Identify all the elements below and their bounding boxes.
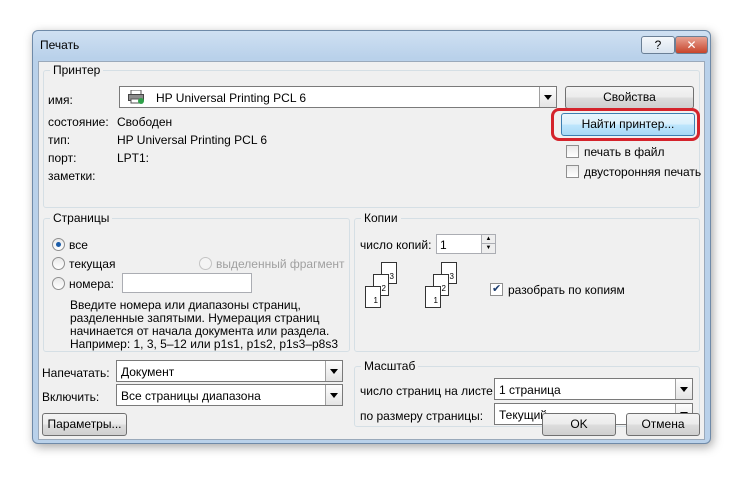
pages-current-radio[interactable] — [52, 257, 65, 270]
include-label: Включить: — [42, 390, 100, 404]
title-bar[interactable]: Печать ? ✕ — [33, 31, 710, 58]
copies-count-label: число копий: — [360, 238, 432, 252]
pages-numbers-radio[interactable] — [52, 277, 65, 290]
pages-per-sheet-select[interactable]: 1 страница — [494, 378, 693, 400]
print-what-label: Напечатать: — [42, 366, 110, 380]
duplex-label[interactable]: двусторонняя печать — [584, 165, 701, 179]
printer-icon — [128, 89, 144, 104]
pages-help-line-2: разделенные запятыми. Нумерация страниц — [70, 311, 320, 325]
collate-sheet-1b: 1 — [425, 286, 441, 308]
pages-help-line-1: Введите номера или диапазоны страниц, — [70, 298, 301, 312]
collate-illustration: 3 2 1 3 2 1 — [365, 260, 465, 316]
printer-port-value: LPT1: — [117, 151, 150, 165]
page-numbers-input[interactable] — [122, 273, 252, 293]
pages-selection-radio[interactable] — [199, 257, 212, 270]
printer-type-value: HP Universal Printing PCL 6 — [117, 133, 268, 147]
zoom-group-title: Масштаб — [361, 359, 419, 373]
pages-all-label[interactable]: все — [69, 238, 88, 252]
pages-current-label[interactable]: текущая — [69, 257, 115, 271]
find-printer-highlight — [551, 108, 700, 141]
copies-group-title: Копии — [361, 211, 401, 225]
print-to-file-checkbox[interactable] — [566, 145, 579, 158]
include-value: Все страницы диапазона — [121, 389, 261, 403]
pages-numbers-label[interactable]: номера: — [69, 277, 114, 291]
pages-help-line-3: начинается от начала документа или разде… — [70, 324, 330, 338]
print-what-select[interactable]: Документ — [116, 360, 343, 382]
help-button[interactable]: ? — [641, 36, 675, 54]
pages-per-sheet-dropdown-arrow-icon[interactable] — [675, 379, 692, 399]
print-dialog-window: Печать ? ✕ Принтер имя: HP Universal Pri… — [32, 30, 711, 444]
printer-status-value: Свободен — [117, 115, 173, 129]
printer-type-label: тип: — [48, 133, 71, 147]
copies-spin-down-icon[interactable]: ▼ — [481, 244, 495, 253]
pages-group-title: Страницы — [50, 211, 113, 225]
printer-name-value: HP Universal Printing PCL 6 — [156, 91, 307, 105]
cancel-button[interactable]: Отмена — [626, 413, 700, 436]
close-button[interactable]: ✕ — [675, 36, 708, 54]
pages-all-radio[interactable] — [52, 238, 65, 251]
scale-label: по размеру страницы: — [360, 409, 484, 423]
pages-per-sheet-label: число страниц на листе: — [360, 384, 497, 398]
include-dropdown-arrow-icon[interactable] — [325, 385, 342, 405]
pages-per-sheet-value: 1 страница — [499, 383, 561, 397]
print-what-dropdown-arrow-icon[interactable] — [325, 361, 342, 381]
printer-name-label: имя: — [48, 93, 73, 107]
pages-help-line-4: Например: 1, 3, 5–12 или p1s1, p1s2, p1s… — [70, 337, 339, 351]
copies-spin-up-icon[interactable]: ▲ — [481, 235, 495, 244]
print-what-value: Документ — [121, 365, 175, 379]
duplex-checkbox[interactable] — [566, 165, 579, 178]
options-button[interactable]: Параметры... — [42, 413, 127, 436]
print-to-file-label[interactable]: печать в файл — [584, 145, 664, 159]
include-select[interactable]: Все страницы диапазона — [116, 384, 343, 406]
scale-value: Текущий — [499, 408, 547, 422]
pages-selection-label: выделенный фрагмент — [216, 257, 345, 271]
collate-checkbox[interactable] — [490, 282, 503, 296]
copies-count-input[interactable]: 1 ▲ ▼ — [436, 234, 496, 254]
ok-button[interactable]: OK — [542, 413, 616, 436]
copies-count-value: 1 — [440, 238, 447, 252]
printer-dropdown-arrow-icon[interactable] — [539, 87, 556, 107]
printer-port-label: порт: — [48, 151, 77, 165]
printer-name-select[interactable]: HP Universal Printing PCL 6 — [119, 86, 557, 108]
collate-sheet-1: 1 — [365, 286, 381, 308]
printer-status-label: состояние: — [48, 115, 109, 129]
printer-group-title: Принтер — [50, 63, 104, 77]
window-title: Печать — [40, 38, 80, 52]
printer-notes-label: заметки: — [48, 169, 96, 183]
collate-label[interactable]: разобрать по копиям — [508, 283, 625, 297]
properties-button[interactable]: Свойства — [565, 86, 694, 109]
